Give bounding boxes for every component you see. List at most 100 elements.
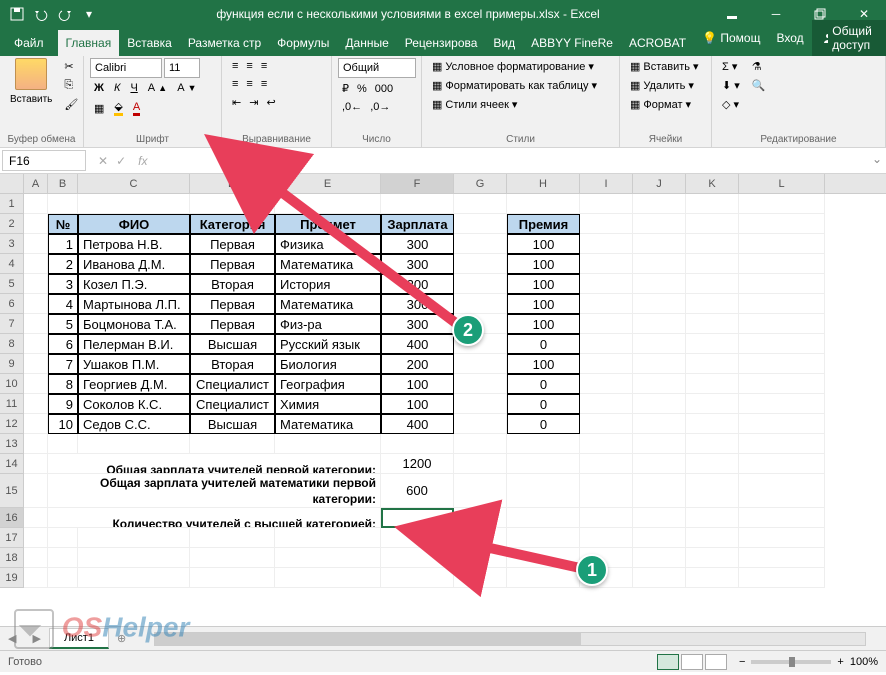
cell[interactable] bbox=[24, 234, 48, 254]
cell[interactable] bbox=[580, 528, 633, 548]
fx-icon[interactable]: fx bbox=[134, 154, 151, 168]
cell-fio[interactable]: Седов С.С. bbox=[78, 414, 190, 434]
col-header-G[interactable]: G bbox=[454, 174, 507, 193]
cell[interactable] bbox=[633, 528, 686, 548]
cell-fio[interactable]: Пелерман В.И. bbox=[78, 334, 190, 354]
cell[interactable] bbox=[580, 374, 633, 394]
align-bottom-icon[interactable]: ≡ bbox=[257, 58, 271, 74]
tab-layout[interactable]: Разметка стр bbox=[180, 30, 269, 56]
zoom-in-icon[interactable]: + bbox=[837, 656, 843, 668]
cell[interactable] bbox=[454, 454, 507, 474]
cell[interactable] bbox=[633, 414, 686, 434]
cell[interactable] bbox=[580, 454, 633, 474]
cell[interactable] bbox=[454, 314, 507, 334]
cell[interactable] bbox=[686, 214, 739, 234]
cell-sal[interactable]: 200 bbox=[381, 274, 454, 294]
cell[interactable] bbox=[48, 434, 78, 454]
decrease-decimal-icon[interactable]: ,0→ bbox=[366, 99, 394, 115]
header-subj[interactable]: Предмет bbox=[275, 214, 381, 234]
cell[interactable] bbox=[739, 354, 825, 374]
cell[interactable] bbox=[454, 254, 507, 274]
cell-subj[interactable]: Физика bbox=[275, 234, 381, 254]
paste-icon[interactable] bbox=[15, 58, 47, 90]
cell[interactable] bbox=[633, 454, 686, 474]
row-header[interactable]: 18 bbox=[0, 548, 24, 568]
cell[interactable] bbox=[190, 528, 275, 548]
cell[interactable] bbox=[686, 568, 739, 588]
cell-sal[interactable]: 400 bbox=[381, 414, 454, 434]
cell[interactable] bbox=[686, 294, 739, 314]
font-color-icon[interactable]: A bbox=[129, 98, 144, 118]
cell[interactable] bbox=[633, 374, 686, 394]
cell-num[interactable]: 5 bbox=[48, 314, 78, 334]
cell-subj[interactable]: Русский язык bbox=[275, 334, 381, 354]
header-bonus[interactable]: Премия bbox=[507, 214, 580, 234]
cell[interactable] bbox=[24, 314, 48, 334]
cell-cat[interactable]: Высшая bbox=[190, 414, 275, 434]
cell-cat[interactable]: Первая bbox=[190, 254, 275, 274]
number-format-select[interactable] bbox=[338, 58, 416, 78]
cell[interactable] bbox=[48, 194, 78, 214]
cell[interactable] bbox=[580, 254, 633, 274]
cell[interactable] bbox=[686, 194, 739, 214]
currency-icon[interactable]: ₽ bbox=[338, 80, 353, 97]
cell[interactable] bbox=[686, 274, 739, 294]
cell[interactable] bbox=[381, 194, 454, 214]
cell[interactable] bbox=[190, 434, 275, 454]
cell[interactable] bbox=[454, 568, 507, 588]
cell-bonus[interactable]: 100 bbox=[507, 314, 580, 334]
font-size-select[interactable] bbox=[164, 58, 200, 78]
cell[interactable] bbox=[686, 334, 739, 354]
cell[interactable] bbox=[48, 548, 78, 568]
formula-input[interactable] bbox=[161, 148, 867, 173]
cell-bonus[interactable]: 0 bbox=[507, 374, 580, 394]
row-header[interactable]: 14 bbox=[0, 454, 24, 474]
cell[interactable] bbox=[739, 234, 825, 254]
cell-styles-button[interactable]: ▦ Стили ячеек ▾ bbox=[428, 96, 601, 113]
cell[interactable] bbox=[275, 548, 381, 568]
col-header-L[interactable]: L bbox=[739, 174, 825, 193]
cell[interactable] bbox=[739, 314, 825, 334]
cell[interactable] bbox=[580, 294, 633, 314]
cell[interactable] bbox=[24, 374, 48, 394]
row-header[interactable]: 11 bbox=[0, 394, 24, 414]
cell[interactable] bbox=[580, 434, 633, 454]
bold-button[interactable]: Ж bbox=[90, 80, 108, 96]
page-layout-view-icon[interactable] bbox=[681, 654, 703, 670]
tell-me[interactable]: 💡 Помощ bbox=[694, 25, 768, 51]
cell-num[interactable]: 10 bbox=[48, 414, 78, 434]
cell[interactable] bbox=[24, 414, 48, 434]
tab-file[interactable]: Файл bbox=[0, 30, 58, 56]
cell[interactable] bbox=[507, 508, 580, 528]
cell[interactable] bbox=[686, 254, 739, 274]
row-header[interactable]: 13 bbox=[0, 434, 24, 454]
normal-view-icon[interactable] bbox=[657, 654, 679, 670]
col-header-H[interactable]: H bbox=[507, 174, 580, 193]
row-header[interactable]: 7 bbox=[0, 314, 24, 334]
cell[interactable] bbox=[580, 354, 633, 374]
cell-sal[interactable]: 300 bbox=[381, 234, 454, 254]
fill-color-icon[interactable]: ⬙ bbox=[110, 98, 126, 118]
cell[interactable] bbox=[739, 454, 825, 474]
cell[interactable] bbox=[739, 394, 825, 414]
row-header[interactable]: 12 bbox=[0, 414, 24, 434]
font-name-select[interactable] bbox=[90, 58, 162, 78]
cell-sal[interactable]: 200 bbox=[381, 354, 454, 374]
cell[interactable] bbox=[739, 414, 825, 434]
italic-button[interactable]: К bbox=[110, 80, 124, 96]
cell-num[interactable]: 6 bbox=[48, 334, 78, 354]
cell[interactable] bbox=[24, 194, 48, 214]
cell[interactable] bbox=[739, 254, 825, 274]
cell[interactable] bbox=[78, 548, 190, 568]
cell[interactable] bbox=[454, 334, 507, 354]
cell[interactable] bbox=[275, 194, 381, 214]
cell-cat[interactable]: Специалист bbox=[190, 374, 275, 394]
col-header-K[interactable]: K bbox=[686, 174, 739, 193]
cell-sal[interactable]: 300 bbox=[381, 294, 454, 314]
cell[interactable] bbox=[24, 508, 48, 528]
format-cells-button[interactable]: ▦ Формат ▾ bbox=[626, 96, 703, 113]
tab-abbyy[interactable]: ABBYY FineRe bbox=[523, 30, 621, 56]
cell[interactable] bbox=[580, 568, 633, 588]
login-link[interactable]: Вход bbox=[768, 25, 811, 51]
row-header[interactable]: 4 bbox=[0, 254, 24, 274]
